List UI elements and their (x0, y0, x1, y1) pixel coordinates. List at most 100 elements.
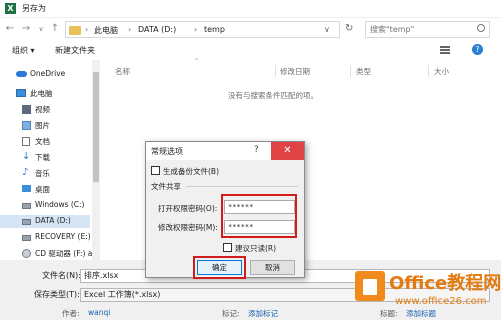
document-icon (22, 137, 30, 146)
scrollbar-thumb[interactable] (93, 72, 99, 182)
watermark-url: www.office26.com (395, 296, 487, 307)
crumb-chevron-icon: › (194, 25, 198, 34)
watermark: Office教程网 www.office26.com (355, 268, 501, 320)
sidebar-item-data-d[interactable]: DATA (D:) (0, 215, 90, 228)
backup-checkbox[interactable] (151, 166, 160, 175)
sidebar-item-label: 视频 (35, 105, 50, 114)
modify-password-label: 修改权限密码(M): (158, 223, 218, 232)
drive-icon (22, 219, 31, 225)
sidebar-item-onedrive[interactable]: OneDrive (0, 68, 90, 81)
sidebar-item-windows-c[interactable]: Windows (C:) (0, 199, 90, 212)
search-input[interactable] (366, 22, 471, 37)
address-bar[interactable]: › 此电脑 › DATA (D:) › temp ∨ (65, 21, 340, 38)
sidebar-scrollbar[interactable] (92, 60, 100, 260)
drive-icon (22, 235, 31, 241)
column-header-name[interactable]: 名称 (115, 66, 130, 77)
cloud-icon (16, 71, 27, 77)
search-box[interactable] (365, 21, 490, 38)
sidebar-item-label: DATA (D:) (35, 216, 71, 225)
breadcrumb-temp[interactable]: temp (204, 25, 225, 34)
breadcrumb-this-pc[interactable]: 此电脑 (94, 25, 118, 36)
sidebar-item-label: 桌面 (35, 185, 50, 194)
sidebar-item-label: 此电脑 (30, 89, 53, 98)
search-icon (477, 24, 485, 32)
dialog-title-bar: 常规选项 ? ✕ (146, 142, 304, 160)
command-bar: 组织 ▾ 新建文件夹 ? (0, 41, 501, 59)
video-icon (22, 105, 31, 114)
sidebar-item-label: 图片 (35, 121, 50, 130)
column-divider[interactable] (428, 65, 429, 77)
sidebar-item-downloads[interactable]: ↓ 下载 (0, 151, 90, 164)
organize-button[interactable]: 组织 ▾ (12, 45, 35, 56)
ok-highlight-box (193, 256, 246, 279)
file-sharing-heading: 文件共享 (151, 182, 181, 191)
empty-state-message: 没有与搜索条件匹配的项。 (228, 91, 318, 100)
sidebar-item-label: 文档 (35, 137, 50, 146)
sort-chevron-icon: ^ (194, 58, 200, 65)
view-options-icon[interactable] (440, 46, 454, 55)
column-header-size[interactable]: 大小 (434, 66, 449, 77)
general-options-dialog: 常规选项 ? ✕ 生成备份文件(B) 文件共享 打开权限密码(O): *****… (145, 141, 305, 279)
column-divider[interactable] (275, 65, 276, 77)
open-password-label: 打开权限密码(O): (158, 204, 218, 213)
save-as-window: X 另存为 ← → ∨ ↑ › 此电脑 › DATA (D:) › temp ∨… (0, 0, 501, 320)
tags-label: 标记: (222, 309, 240, 318)
help-icon[interactable]: ? (254, 145, 259, 155)
address-dropdown-icon[interactable]: ∨ (324, 25, 330, 34)
sidebar-item-desktop[interactable]: 桌面 (0, 183, 90, 196)
sidebar-item-cd-drive[interactable]: CD 驱动器 (F:) a (0, 247, 93, 260)
sidebar-item-videos[interactable]: 视频 (0, 103, 90, 116)
author-value[interactable]: wanqi (88, 308, 110, 317)
sidebar-item-label: Windows (C:) (35, 200, 85, 209)
crumb-chevron-icon: › (85, 25, 89, 34)
sidebar-item-documents[interactable]: 文档 (0, 135, 90, 148)
close-icon[interactable]: ✕ (271, 142, 304, 160)
sidebar-item-this-pc[interactable]: 此电脑 (0, 87, 90, 100)
filename-label: 文件名(N): (42, 271, 81, 280)
back-arrow-icon[interactable]: ← (4, 22, 16, 36)
recent-dropdown-icon[interactable]: ∨ (35, 22, 47, 36)
desktop-icon (22, 185, 31, 192)
author-label: 作者: (62, 309, 80, 318)
sidebar-item-label: RECOVERY (E:) (35, 232, 91, 241)
filetype-label: 保存类型(T): (34, 290, 80, 299)
column-header-type[interactable]: 类型 (356, 66, 371, 77)
password-highlight-box (221, 194, 297, 238)
sidebar-item-pictures[interactable]: 图片 (0, 119, 90, 132)
drive-icon (22, 203, 31, 209)
breadcrumb-data-drive[interactable]: DATA (D:) (138, 25, 176, 34)
refresh-icon[interactable]: ↻ (345, 23, 353, 34)
dialog-title: 常规选项 (151, 147, 183, 156)
sidebar-item-music[interactable]: ♪ 音乐 (0, 167, 90, 180)
window-title: 另存为 (22, 4, 46, 13)
download-icon: ↓ (22, 151, 31, 162)
readonly-checkbox[interactable] (223, 243, 232, 252)
up-arrow-icon[interactable]: ↑ (49, 22, 61, 36)
cancel-button[interactable]: 取消 (250, 260, 295, 275)
forward-arrow-icon[interactable]: → (20, 22, 32, 36)
readonly-label: 建议只读(R) (235, 244, 277, 253)
computer-icon (16, 89, 26, 97)
address-row: ← → ∨ ↑ › 此电脑 › DATA (D:) › temp ∨ ↻ (0, 18, 501, 40)
sidebar-item-label: 音乐 (35, 169, 50, 178)
office-logo-icon (355, 271, 385, 301)
column-header-modified[interactable]: 修改日期 (280, 66, 310, 77)
title-bar: X 另存为 (0, 0, 501, 18)
watermark-brand: Office教程网 (389, 273, 501, 294)
cd-drive-icon (22, 249, 31, 258)
new-folder-button[interactable]: 新建文件夹 (55, 45, 95, 56)
sidebar-item-label: OneDrive (30, 69, 66, 78)
section-divider (186, 186, 298, 187)
column-divider[interactable] (350, 65, 351, 77)
navigation-pane: OneDrive 此电脑 视频 图片 文档 ↓ 下载 ♪ 音乐 桌面 Windo… (0, 60, 94, 260)
music-icon: ♪ (22, 167, 29, 178)
excel-icon: X (5, 3, 16, 14)
sidebar-item-label: CD 驱动器 (F:) a (35, 249, 93, 258)
sidebar-item-recovery-e[interactable]: RECOVERY (E:) (0, 231, 91, 244)
help-icon[interactable]: ? (472, 44, 483, 55)
add-tags-link[interactable]: 添加标记 (248, 308, 278, 319)
crumb-chevron-icon: › (128, 25, 132, 34)
sidebar-item-label: 下载 (35, 153, 50, 162)
picture-icon (22, 121, 31, 130)
folder-icon (69, 26, 81, 35)
